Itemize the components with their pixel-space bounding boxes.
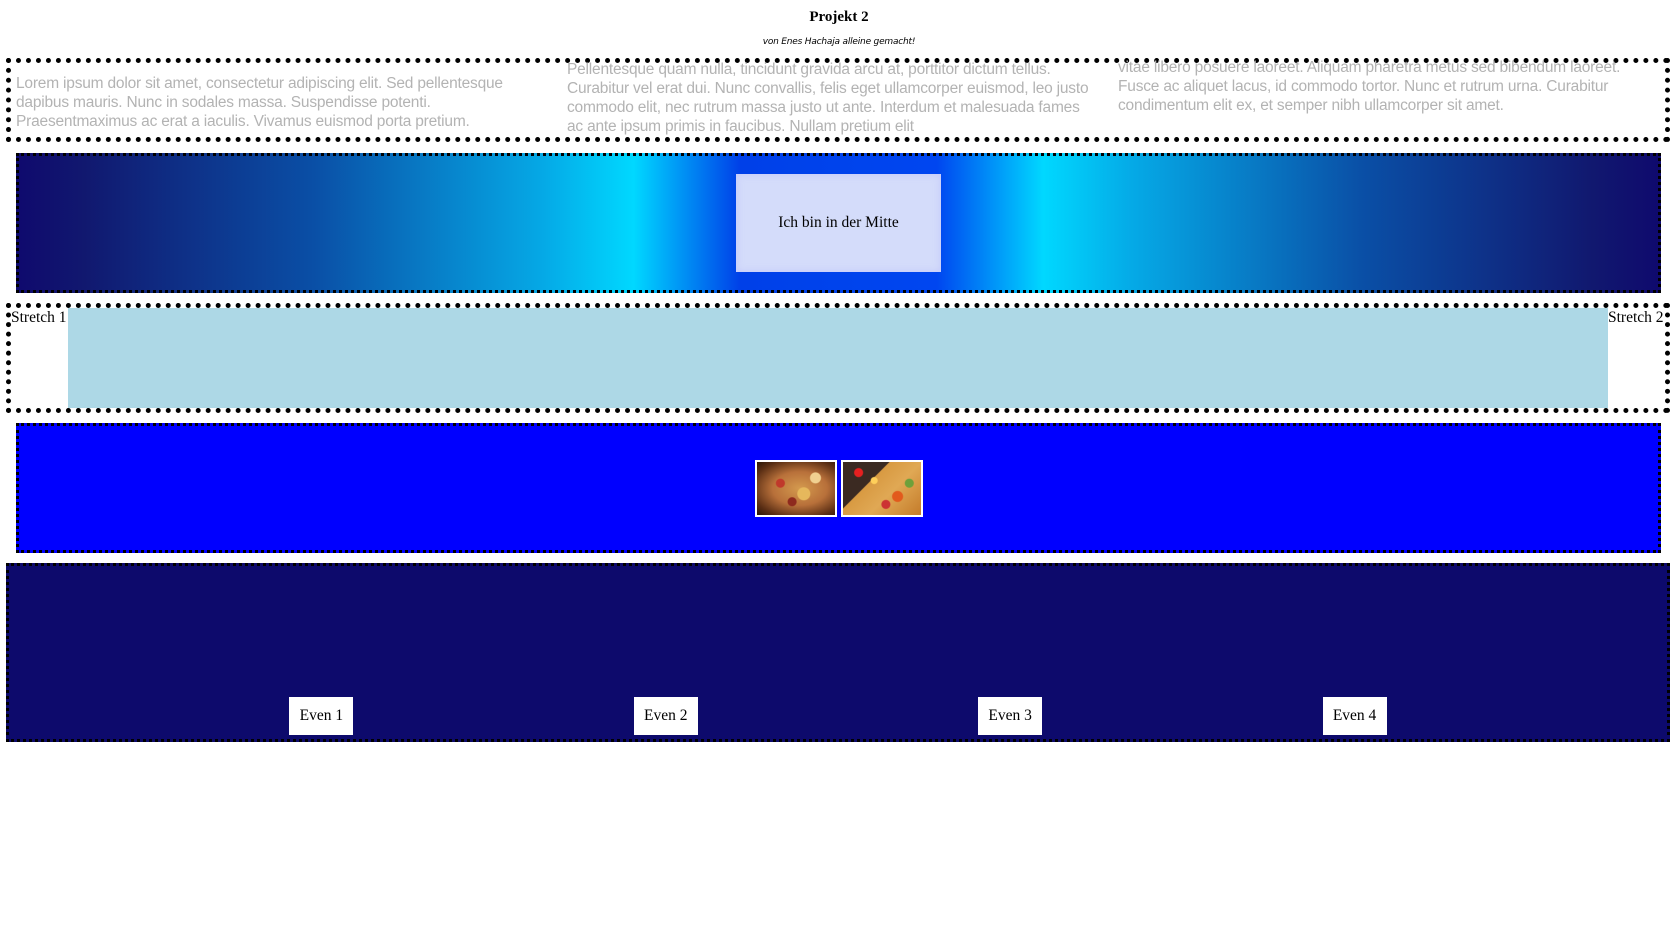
- stretch-row: Stretch 1 Stretch 2: [6, 303, 1670, 413]
- page-title: Projekt 2: [809, 9, 869, 25]
- text-column-3: vitae libero posuere laoreet. Aliquam ph…: [1118, 58, 1621, 114]
- center-box: Ich bin in der Mitte: [736, 174, 941, 272]
- gradient-row: Ich bin in der Mitte: [16, 153, 1661, 293]
- even-row: Even 1 Even 2 Even 3 Even 4: [6, 563, 1670, 742]
- even-item-2: Even 2: [633, 697, 698, 735]
- stretch-fill: [68, 308, 1608, 408]
- pizza-image-1: [754, 459, 837, 517]
- page-subtitle: von Enes Hachaja alleine gemacht!: [762, 37, 916, 47]
- text-columns-row: Lorem ipsum dolor sit amet, consectetur …: [6, 58, 1670, 142]
- text-column-2: Pellentesque quam nulla, tincidunt gravi…: [567, 61, 1089, 135]
- images-row: [16, 423, 1661, 553]
- center-box-label: Ich bin in der Mitte: [778, 214, 899, 231]
- pizza-image-2: [840, 459, 923, 517]
- stretch-label-2: Stretch 2: [1608, 309, 1664, 326]
- even-item-3: Even 3: [978, 697, 1043, 735]
- even-item-4: Even 4: [1322, 697, 1387, 735]
- text-column-1: Lorem ipsum dolor sit amet, consectetur …: [16, 74, 503, 130]
- stretch-label-1: Stretch 1: [11, 309, 67, 326]
- even-item-1: Even 1: [289, 697, 354, 735]
